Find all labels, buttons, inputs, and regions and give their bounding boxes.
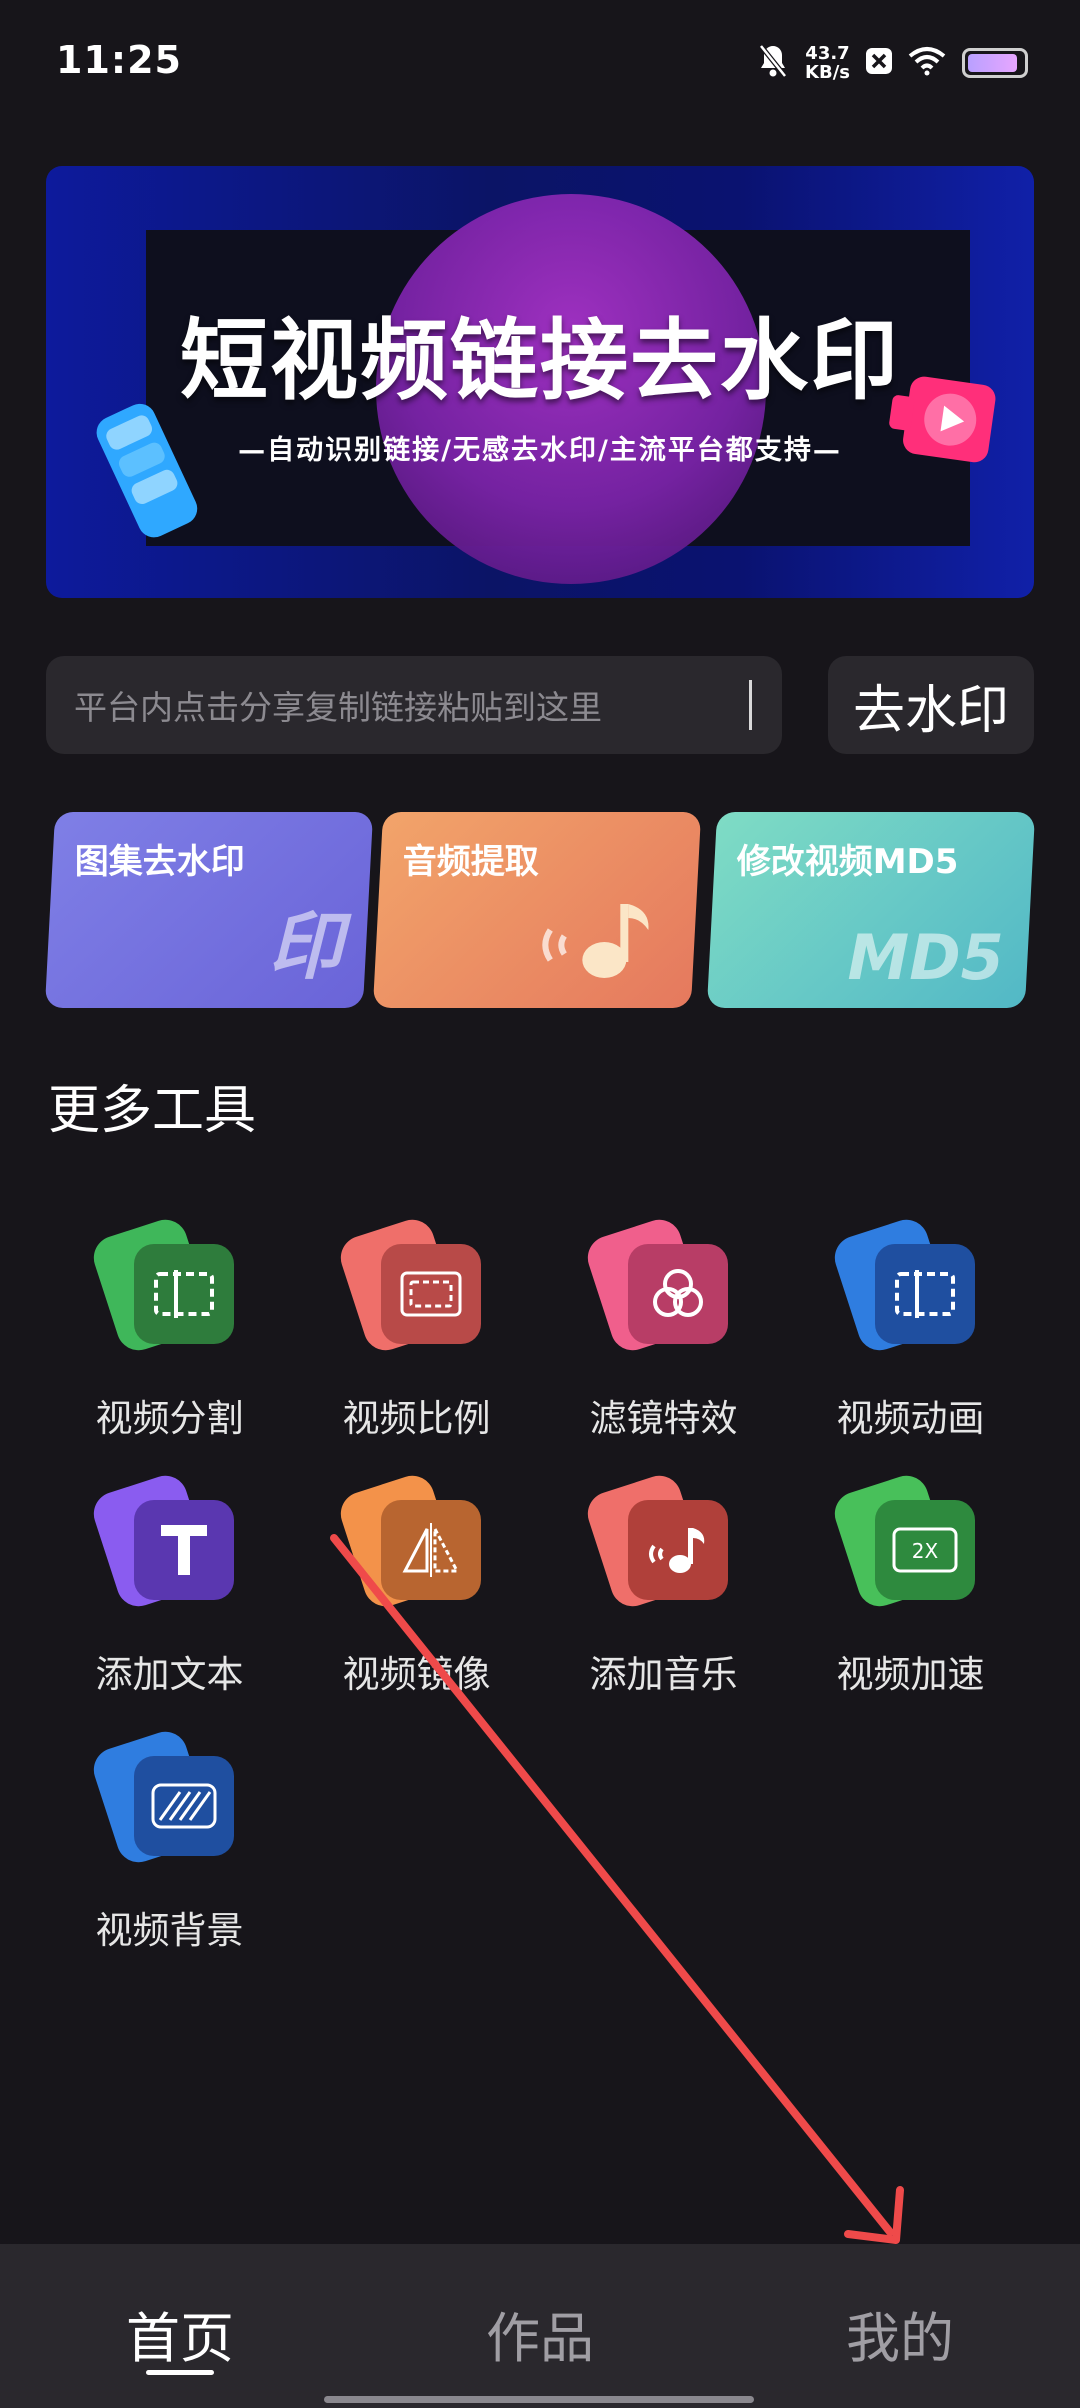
background-icon: [88, 1726, 234, 1868]
feature-card-md5[interactable]: 修改视频MD5 MD5: [706, 812, 1036, 1008]
tool-video-ratio[interactable]: 视频比例: [293, 1214, 540, 1478]
bottom-nav: 首页 作品 我的: [0, 2244, 1080, 2408]
svg-text:2X: 2X: [912, 1539, 939, 1563]
tool-label: 视频镜像: [342, 1653, 491, 1696]
battery-level: [968, 54, 1017, 72]
phone-icon: [86, 396, 206, 550]
x-app-icon: [866, 48, 892, 78]
tool-filter-effect[interactable]: 滤镜特效: [540, 1214, 787, 1478]
tool-label: 添加音乐: [589, 1653, 738, 1696]
tool-label: 视频背景: [95, 1909, 244, 1952]
tool-video-animation[interactable]: 视频动画: [787, 1214, 1034, 1478]
promo-banner[interactable]: 短视频链接去水印 —自动识别链接/无感去水印/主流平台都支持—: [46, 166, 1034, 598]
filter-icon: [582, 1214, 728, 1356]
mute-bell-icon: [757, 43, 789, 83]
tool-label: 滤镜特效: [589, 1397, 738, 1440]
tool-video-background[interactable]: 视频背景: [46, 1726, 293, 1990]
feature-card-label: 修改视频MD5: [736, 842, 959, 882]
md5-icon: MD5: [847, 921, 1003, 994]
tool-label: 添加文本: [95, 1653, 244, 1696]
battery-icon: [962, 48, 1028, 78]
tool-video-speed[interactable]: 2X 视频加速: [787, 1470, 1034, 1734]
music-note-icon: [530, 890, 670, 994]
tool-video-mirror[interactable]: 视频镜像: [293, 1470, 540, 1734]
tool-label: 视频加速: [836, 1653, 985, 1696]
link-input-placeholder: 平台内点击分享复制链接粘贴到这里: [74, 688, 602, 727]
ratio-icon: [335, 1214, 481, 1356]
status-bar: 11:25 43.7 KB/s: [0, 0, 1080, 120]
net-speed-unit: KB/s: [805, 62, 850, 83]
nav-active-indicator: [146, 2370, 214, 2375]
tool-add-music[interactable]: 添加音乐: [540, 1470, 787, 1734]
tool-label: 视频分割: [95, 1397, 244, 1440]
nav-works[interactable]: 作品: [440, 2294, 640, 2373]
text-caret: [749, 680, 752, 730]
status-icons: 43.7 KB/s: [757, 40, 1028, 86]
tool-label: 视频动画: [836, 1397, 985, 1440]
tool-label: 视频比例: [342, 1397, 491, 1440]
wifi-icon: [908, 46, 946, 80]
net-speed: 43.7 KB/s: [805, 44, 850, 82]
md5-glyph: MD5: [847, 921, 1004, 994]
text-icon: [88, 1470, 234, 1612]
stamp-glyph: 印: [268, 904, 343, 990]
feature-card-label: 图集去水印: [74, 842, 245, 882]
remove-watermark-button[interactable]: 去水印: [828, 656, 1034, 754]
feature-card-label: 音频提取: [402, 842, 539, 882]
net-speed-value: 43.7: [805, 43, 850, 64]
home-indicator[interactable]: [324, 2396, 754, 2403]
tool-video-split[interactable]: 视频分割: [46, 1214, 293, 1478]
music-icon: [582, 1470, 728, 1612]
nav-mine[interactable]: 我的: [800, 2294, 1000, 2373]
play-tag-icon: [886, 366, 1006, 480]
feature-card-audio[interactable]: 音频提取: [372, 812, 702, 1008]
speed-icon: 2X: [829, 1470, 975, 1612]
animation-icon: [829, 1214, 975, 1356]
link-input[interactable]: 平台内点击分享复制链接粘贴到这里: [46, 656, 782, 754]
nav-home[interactable]: 首页: [80, 2294, 280, 2373]
split-icon: [88, 1214, 234, 1356]
tool-add-text[interactable]: 添加文本: [46, 1470, 293, 1734]
feature-card-gallery[interactable]: 图集去水印 印: [44, 812, 374, 1008]
status-time: 11:25: [56, 38, 182, 82]
mirror-icon: [335, 1470, 481, 1612]
more-tools-title: 更多工具: [48, 1081, 257, 1141]
stamp-icon: 印: [268, 887, 342, 994]
